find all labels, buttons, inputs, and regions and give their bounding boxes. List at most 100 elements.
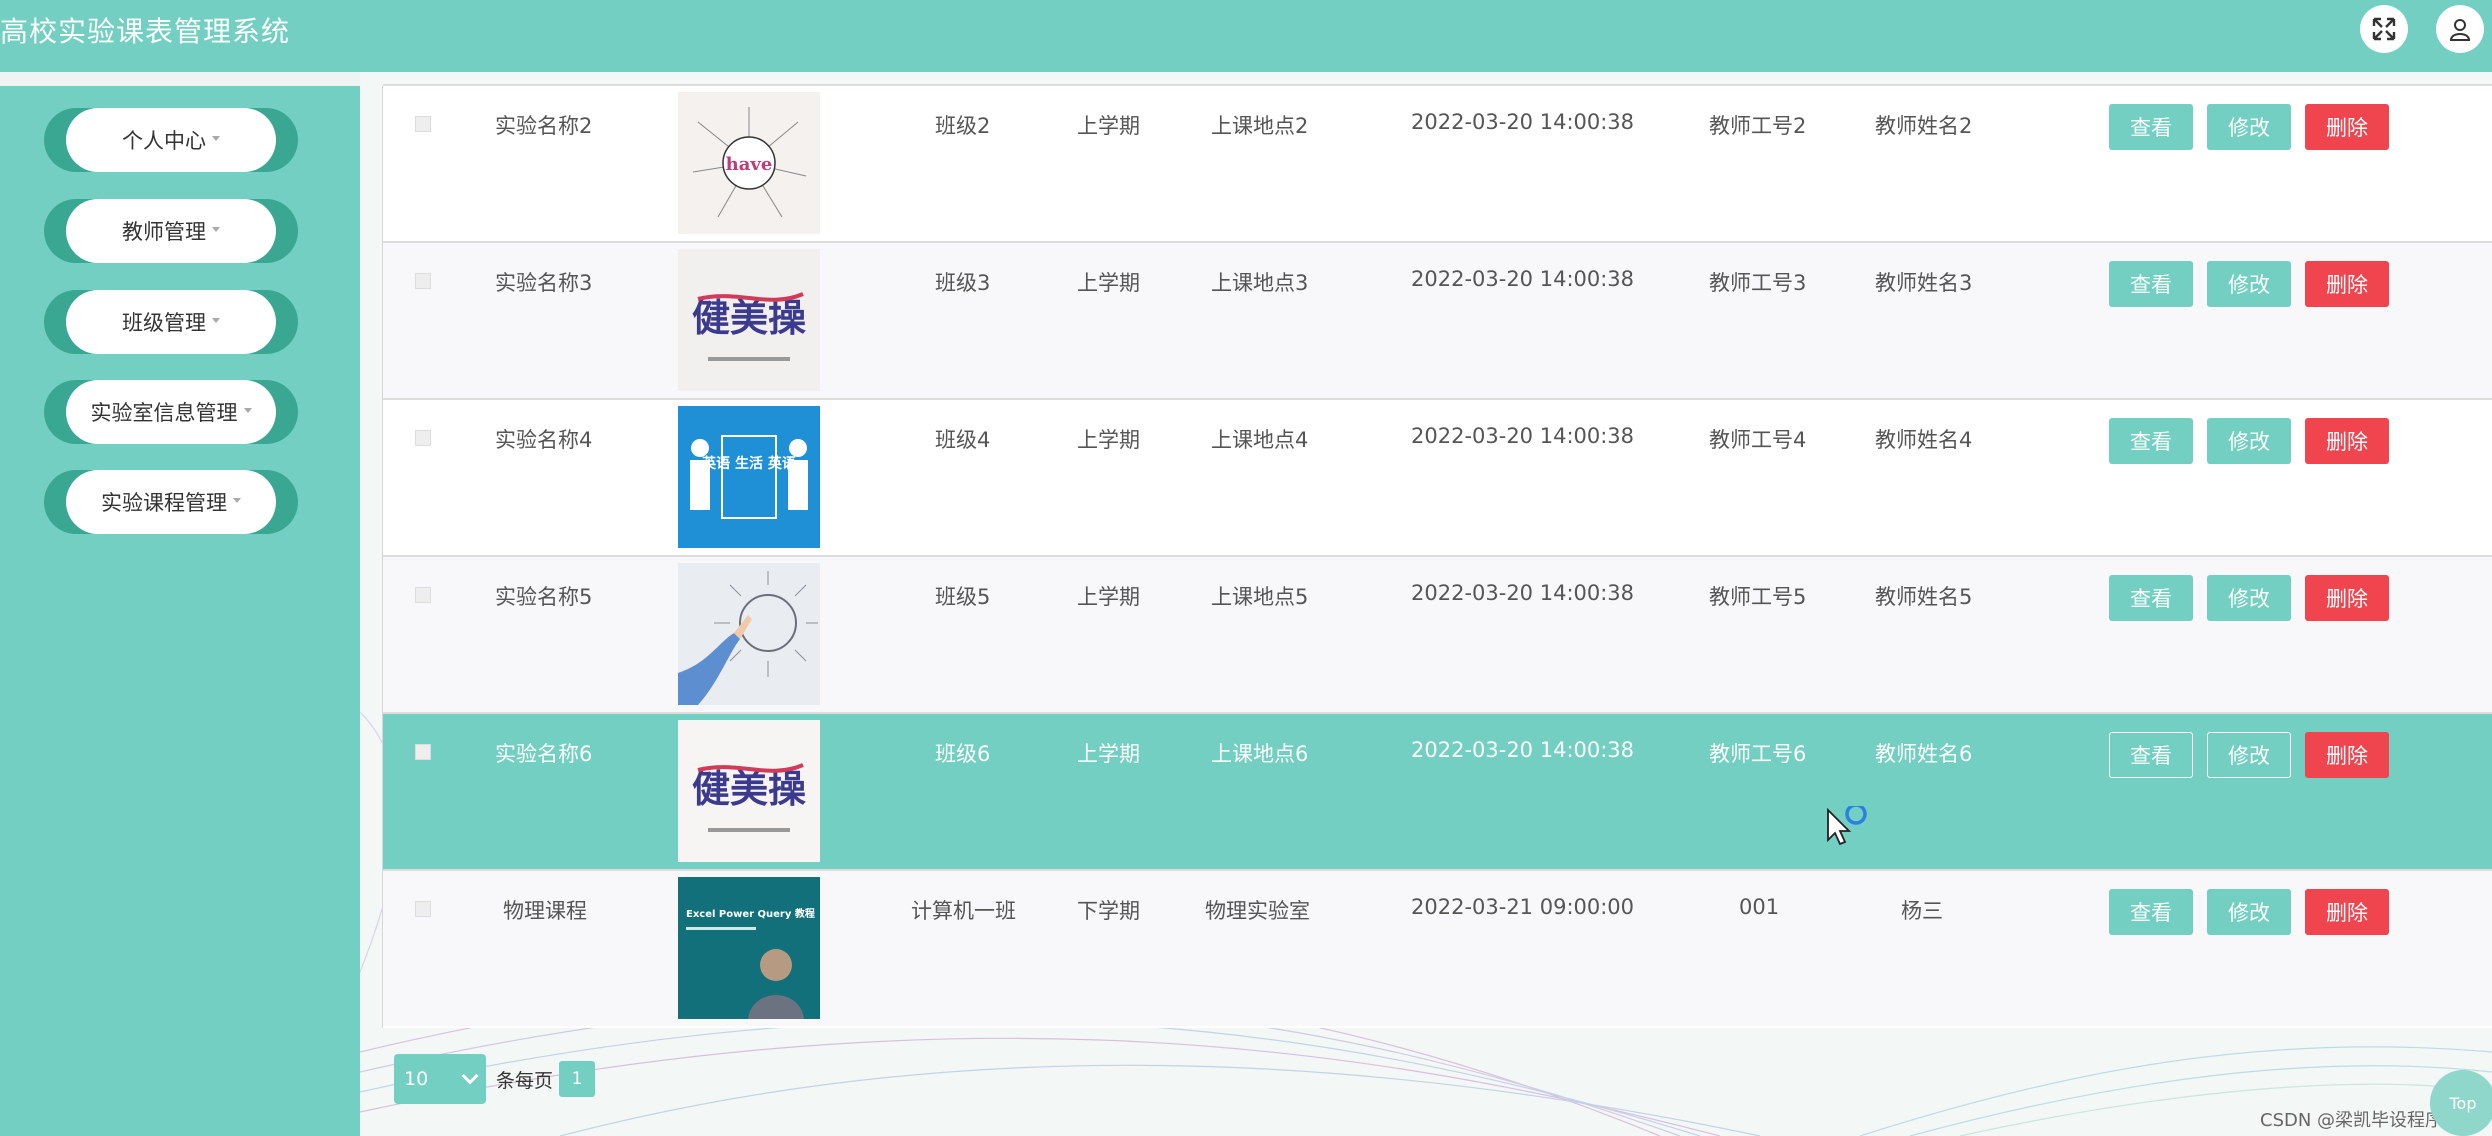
course-thumbnail: 健美操 [678, 249, 820, 391]
fullscreen-icon[interactable] [2360, 5, 2408, 53]
cell-teacher-name: 杨三 [1901, 899, 1943, 923]
view-button[interactable]: 查看 [2109, 418, 2193, 464]
sidebar-item-class-management[interactable]: 班级管理 [44, 290, 298, 354]
cell-location: 上课地点4 [1211, 428, 1309, 452]
course-thumbnail: 英语 生活 英语 [678, 406, 820, 548]
course-thumbnail [678, 563, 820, 705]
cell-term: 上学期 [1077, 428, 1140, 452]
cell-class: 班级2 [935, 114, 991, 138]
course-thumbnail: have [678, 92, 820, 234]
sidebar-item-label: 个人中心 [122, 129, 206, 153]
caret-down-icon [233, 497, 241, 503]
back-to-top-button[interactable]: Top [2430, 1070, 2492, 1136]
sidebar-item-lab-info-management[interactable]: 实验室信息管理 [44, 380, 298, 444]
cell-term: 上学期 [1077, 742, 1140, 766]
row-checkbox[interactable] [415, 587, 431, 603]
cell-term: 上学期 [1077, 585, 1140, 609]
cell-time: 2022-03-20 14:00:38 [1411, 581, 1635, 605]
cell-teacher-name: 教师姓名2 [1875, 114, 1973, 138]
cell-teacher-id: 教师工号4 [1709, 428, 1807, 452]
sidebar-item-label: 实验室信息管理 [90, 401, 238, 425]
cell-teacher-id: 教师工号3 [1709, 271, 1807, 295]
delete-button[interactable]: 删除 [2305, 575, 2389, 621]
sidebar-item-lab-course-management[interactable]: 实验课程管理 [44, 470, 298, 534]
table-row: 实验名称3 健美操 班级3 上学期 上课地点3 2022-03-20 14:00… [383, 241, 2492, 398]
chevron-down-icon [461, 1067, 479, 1085]
cell-class: 班级3 [935, 271, 991, 295]
view-button[interactable]: 查看 [2109, 104, 2193, 150]
row-checkbox[interactable] [415, 744, 431, 760]
pagination: 10 条每页 1 [394, 1054, 596, 1104]
cell-term: 上学期 [1077, 114, 1140, 138]
row-checkbox[interactable] [415, 901, 431, 917]
view-button[interactable]: 查看 [2109, 261, 2193, 307]
view-button[interactable]: 查看 [2109, 889, 2193, 935]
view-button[interactable]: 查看 [2109, 732, 2193, 778]
cell-name: 物理课程 [503, 899, 587, 923]
cell-class: 计算机一班 [911, 899, 1016, 923]
cell-teacher-name: 教师姓名5 [1875, 585, 1973, 609]
thumbnail-text: have [726, 154, 773, 175]
thumbnail-text: 健美操 [692, 766, 806, 811]
table-row: 实验名称5 班级5 上学期 上课地点5 2022-03-20 14:00:38 … [383, 555, 2492, 712]
edit-button[interactable]: 修改 [2207, 732, 2291, 778]
table-row: 实验名称2 have 班级2 上学期 上课地点2 2022-03-20 14:0… [383, 84, 2492, 241]
row-checkbox[interactable] [415, 430, 431, 446]
cell-teacher-id: 教师工号6 [1709, 742, 1807, 766]
cell-teacher-name: 教师姓名6 [1875, 742, 1973, 766]
cell-class: 班级6 [935, 742, 991, 766]
row-checkbox[interactable] [415, 116, 431, 132]
edit-button[interactable]: 修改 [2207, 575, 2291, 621]
cell-location: 上课地点3 [1211, 271, 1309, 295]
sidebar-item-label: 班级管理 [122, 311, 206, 335]
course-thumbnail: 健美操 [678, 720, 820, 862]
caret-down-icon [212, 317, 220, 323]
edit-button[interactable]: 修改 [2207, 889, 2291, 935]
cell-teacher-id: 001 [1739, 895, 1780, 919]
cell-time: 2022-03-20 14:00:38 [1411, 267, 1635, 291]
edit-button[interactable]: 修改 [2207, 418, 2291, 464]
page-size-select[interactable]: 10 [394, 1054, 486, 1104]
cell-teacher-id: 教师工号2 [1709, 114, 1807, 138]
cell-term: 上学期 [1077, 271, 1140, 295]
edit-button[interactable]: 修改 [2207, 104, 2291, 150]
thumbnail-text: 健美操 [692, 295, 806, 340]
cell-teacher-name: 教师姓名4 [1875, 428, 1973, 452]
cell-teacher-name: 教师姓名3 [1875, 271, 1973, 295]
view-button[interactable]: 查看 [2109, 575, 2193, 621]
sidebar-item-personal-center[interactable]: 个人中心 [44, 108, 298, 172]
edit-button[interactable]: 修改 [2207, 261, 2291, 307]
per-page-label: 条每页 [496, 1069, 554, 1092]
user-icon[interactable] [2436, 5, 2484, 53]
cell-class: 班级4 [935, 428, 991, 452]
page-size-value: 10 [404, 1068, 429, 1090]
sidebar-item-teacher-management[interactable]: 教师管理 [44, 199, 298, 263]
course-thumbnail: Excel Power Query 教程 [678, 877, 820, 1019]
thumbnail-text: Excel Power Query 教程 [686, 907, 815, 920]
app-title: 高校实验课表管理系统 [0, 15, 291, 48]
cell-location: 物理实验室 [1205, 899, 1310, 923]
cell-name: 实验名称6 [495, 742, 593, 766]
cell-name: 实验名称3 [495, 271, 593, 295]
row-checkbox[interactable] [415, 273, 431, 289]
delete-button[interactable]: 删除 [2305, 104, 2389, 150]
delete-button[interactable]: 删除 [2305, 732, 2389, 778]
cell-time: 2022-03-20 14:00:38 [1411, 738, 1635, 762]
cell-location: 上课地点5 [1211, 585, 1309, 609]
cell-location: 上课地点6 [1211, 742, 1309, 766]
sidebar-item-label: 实验课程管理 [101, 491, 227, 515]
mouse-cursor-icon [1826, 803, 1872, 856]
cell-name: 实验名称5 [495, 585, 593, 609]
table-row: 物理课程 Excel Power Query 教程 计算机一班 下学期 物理实验… [383, 869, 2492, 1026]
page-number-button[interactable]: 1 [559, 1061, 596, 1097]
thumbnail-text: 英语 生活 英语 [701, 455, 796, 472]
cell-time: 2022-03-20 14:00:38 [1411, 424, 1635, 448]
delete-button[interactable]: 删除 [2305, 261, 2389, 307]
sidebar-item-label: 教师管理 [122, 220, 206, 244]
delete-button[interactable]: 删除 [2305, 418, 2389, 464]
delete-button[interactable]: 删除 [2305, 889, 2389, 935]
top-bar: 高校实验课表管理系统 [0, 0, 2492, 72]
data-table: 实验名称2 have 班级2 上学期 上课地点2 2022-03-20 14:0… [382, 84, 2492, 1028]
table-row-highlighted: 实验名称6 健美操 班级6 上学期 上课地点6 2022-03-20 14:00… [383, 712, 2492, 869]
table-row: 实验名称4 英语 生活 英语 班级4 上学期 上课地点4 2022-03-20 … [383, 398, 2492, 555]
